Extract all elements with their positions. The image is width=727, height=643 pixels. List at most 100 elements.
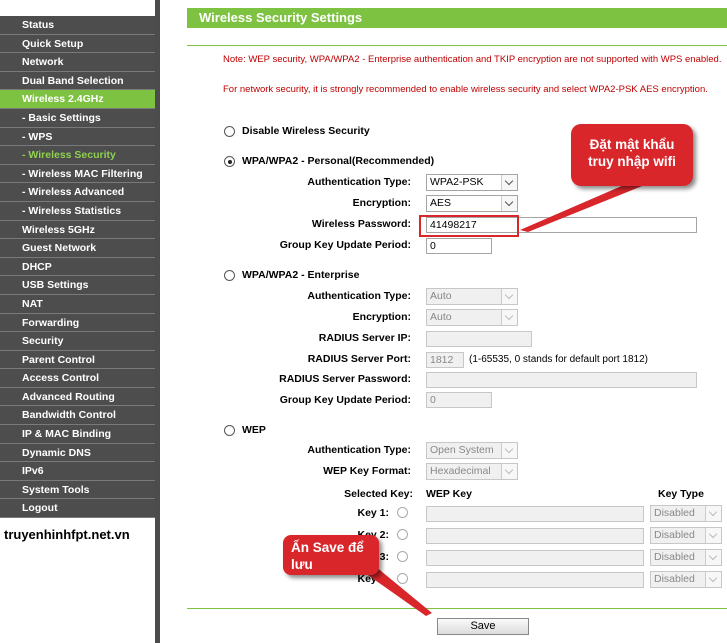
save-callout: Ấn Save để lưu (283, 535, 379, 575)
chevron-down-icon (501, 175, 517, 190)
wep-selected-key-header: Selected Key: (344, 488, 413, 500)
chevron-down-icon (501, 464, 517, 479)
menu-item-wireless-5ghz[interactable]: Wireless 5GHz (0, 220, 155, 240)
radius-ip-input[interactable] (426, 331, 532, 347)
menu-item-wireless-mac-filtering[interactable]: - Wireless MAC Filtering (0, 164, 155, 184)
radius-port-input[interactable]: 1812 (426, 352, 464, 368)
menu-item-parent-control[interactable]: Parent Control (0, 350, 155, 370)
chevron-down-icon (501, 196, 517, 211)
menu-item-advanced-routing[interactable]: Advanced Routing (0, 387, 155, 407)
wep-key3-type-value: Disabled (654, 551, 695, 563)
menu-item-access-control[interactable]: Access Control (0, 369, 155, 388)
enterprise-encryption-value: Auto (430, 311, 452, 323)
wep-key1-radio[interactable] (397, 507, 408, 518)
radius-port-hint: (1-65535, 0 stands for default port 1812… (469, 354, 649, 365)
wep-key3-type-select[interactable]: Disabled (650, 549, 722, 566)
menu-item-dynamic-dns[interactable]: Dynamic DNS (0, 443, 155, 463)
chevron-down-icon (501, 289, 517, 304)
menu-item-usb-settings[interactable]: USB Settings (0, 276, 155, 295)
wep-key-format-label: WEP Key Format: (323, 465, 411, 477)
wep-auth-type-value: Open System (430, 444, 494, 456)
wpa-personal-radio[interactable] (224, 156, 235, 167)
wps-note: Note: WEP security, WPA/WPA2 - Enterpris… (223, 54, 722, 65)
menu-item-guest-network[interactable]: Guest Network (0, 239, 155, 258)
wep-key4-type-select[interactable]: Disabled (650, 571, 722, 588)
menu-item-logout[interactable]: Logout (0, 499, 155, 519)
enterprise-encryption-select[interactable]: Auto (426, 309, 518, 326)
menu-item-dhcp[interactable]: DHCP (0, 257, 155, 277)
wep-key-format-select[interactable]: Hexadecimal (426, 463, 518, 480)
radius-port-label: RADIUS Server Port: (307, 353, 411, 365)
menu-item-forwarding[interactable]: Forwarding (0, 313, 155, 333)
main-content: Wireless Security Settings Note: WEP sec… (187, 0, 727, 643)
personal-encryption-value: AES (430, 197, 452, 209)
menu-item-network[interactable]: Network (0, 53, 155, 72)
menu-item-status[interactable]: Status (0, 16, 155, 35)
personal-auth-type-label: Authentication Type: (307, 176, 411, 188)
enterprise-auth-type-value: Auto (430, 290, 452, 302)
disable-security-radio[interactable] (224, 126, 235, 137)
enterprise-group-key-label: Group Key Update Period: (279, 394, 411, 406)
menu-item-wireless-statistics[interactable]: - Wireless Statistics (0, 201, 155, 221)
wep-label: WEP (242, 424, 266, 436)
enterprise-group-key-input[interactable]: 0 (426, 392, 492, 408)
chevron-down-icon (705, 550, 721, 565)
wireless-password-label: Wireless Password: (311, 218, 411, 230)
disable-security-label: Disable Wireless Security (242, 125, 370, 137)
menu-item-security[interactable]: Security (0, 332, 155, 351)
personal-encryption-select[interactable]: AES (426, 195, 518, 212)
wep-key2-type-select[interactable]: Disabled (650, 527, 722, 544)
personal-encryption-label: Encryption: (352, 197, 411, 209)
menu-item-ipv6[interactable]: IPv6 (0, 462, 155, 481)
wep-key-header: WEP Key (426, 488, 472, 500)
chevron-down-icon (705, 528, 721, 543)
sidebar-menu: Status Quick Setup Network Dual Band Sel… (0, 16, 155, 519)
menu-item-nat[interactable]: NAT (0, 294, 155, 314)
wep-key-format-value: Hexadecimal (430, 465, 491, 477)
menu-item-bandwidth-control[interactable]: Bandwidth Control (0, 406, 155, 426)
menu-item-wireless-advanced[interactable]: - Wireless Advanced (0, 183, 155, 202)
title-divider (187, 45, 727, 46)
wpa-enterprise-label: WPA/WPA2 - Enterprise (242, 269, 360, 281)
sidebar: Status Quick Setup Network Dual Band Sel… (0, 0, 160, 643)
wpa-personal-label: WPA/WPA2 - Personal(Recommended) (242, 155, 435, 167)
password-callout: Đặt mật khẩu truy nhập wifi (571, 124, 693, 186)
security-note: For network security, it is strongly rec… (223, 84, 708, 95)
chevron-down-icon (501, 310, 517, 325)
enterprise-encryption-label: Encryption: (352, 311, 411, 323)
enterprise-auth-type-label: Authentication Type: (307, 290, 411, 302)
radius-ip-label: RADIUS Server IP: (318, 332, 411, 344)
wep-key1-input[interactable] (426, 506, 644, 522)
wep-key2-input[interactable] (426, 528, 644, 544)
menu-item-ip-mac-binding[interactable]: IP & MAC Binding (0, 425, 155, 444)
wep-auth-type-select[interactable]: Open System (426, 442, 518, 459)
personal-auth-type-value: WPA2-PSK (430, 176, 484, 188)
wep-key2-type-value: Disabled (654, 529, 695, 541)
menu-item-quick-setup[interactable]: Quick Setup (0, 34, 155, 54)
wpa-enterprise-radio[interactable] (224, 270, 235, 281)
personal-auth-type-select[interactable]: WPA2-PSK (426, 174, 518, 191)
menu-item-basic-settings[interactable]: - Basic Settings (0, 108, 155, 128)
wep-key2-radio[interactable] (397, 529, 408, 540)
wep-radio[interactable] (224, 425, 235, 436)
wep-key1-type-value: Disabled (654, 507, 695, 519)
menu-item-wireless-24ghz[interactable]: Wireless 2.4GHz (0, 90, 155, 109)
menu-item-dual-band-selection[interactable]: Dual Band Selection (0, 71, 155, 91)
menu-item-wireless-security[interactable]: - Wireless Security (0, 146, 155, 165)
personal-group-key-input[interactable]: 0 (426, 238, 492, 254)
wep-key3-input[interactable] (426, 550, 644, 566)
save-button[interactable]: Save (437, 618, 529, 635)
wep-key4-radio[interactable] (397, 573, 408, 584)
wep-key1-label: Key 1: (357, 507, 389, 519)
wep-key4-input[interactable] (426, 572, 644, 588)
password-highlight-box (419, 215, 519, 237)
sidebar-edge (155, 0, 160, 643)
site-watermark: truyenhinhfpt.net.vn (4, 527, 130, 542)
radius-password-input[interactable] (426, 372, 697, 388)
menu-item-wps[interactable]: - WPS (0, 127, 155, 147)
enterprise-auth-type-select[interactable]: Auto (426, 288, 518, 305)
menu-item-system-tools[interactable]: System Tools (0, 480, 155, 500)
wep-key1-type-select[interactable]: Disabled (650, 505, 722, 522)
wep-key3-radio[interactable] (397, 551, 408, 562)
page-title: Wireless Security Settings (187, 8, 727, 28)
